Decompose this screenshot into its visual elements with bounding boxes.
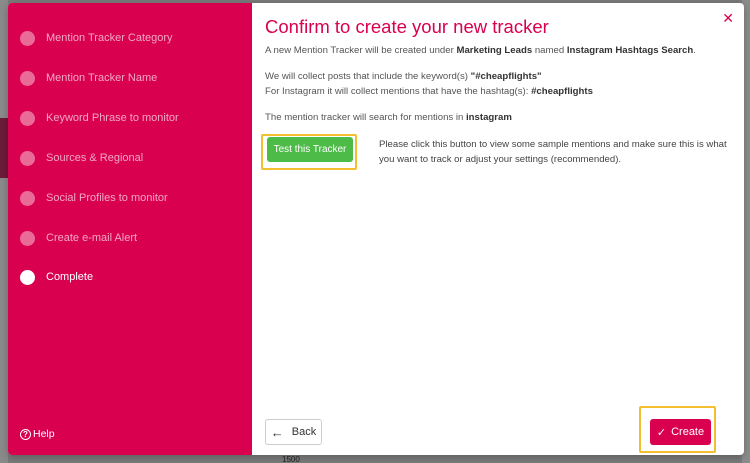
intro-text: A new Mention Tracker will be created un…	[265, 44, 696, 58]
step-indicator-dot	[20, 70, 35, 86]
step-indicator-dot	[20, 190, 35, 206]
close-icon[interactable]: ✕	[722, 11, 734, 25]
wizard-step-sources[interactable]: Sources & Regional	[20, 148, 143, 168]
step-label: Social Profiles to monitor	[46, 192, 168, 204]
question-circle-icon: ?	[20, 428, 31, 440]
step-label: Create e-mail Alert	[46, 232, 138, 244]
background-axis-label: 1500	[282, 455, 300, 463]
step-label: Sources & Regional	[46, 152, 144, 164]
wizard-step-complete[interactable]: Complete	[20, 267, 93, 287]
arrow-left-icon: ←	[270, 424, 284, 440]
hashtag-prefix: For Instagram it will collect mentions t…	[265, 86, 532, 97]
background-left-edge	[0, 0, 8, 463]
hashtag-text: For Instagram it will collect mentions t…	[265, 85, 593, 99]
background-left-block	[0, 118, 8, 178]
step-label: Keyword Phrase to monitor	[46, 112, 179, 124]
wizard-step-email-alert[interactable]: Create e-mail Alert	[20, 228, 137, 248]
keyword-text: We will collect posts that include the k…	[265, 70, 542, 84]
step-indicator-dot	[20, 230, 35, 246]
hashtag-value: #cheapflights	[531, 86, 593, 97]
tracker-name: Instagram Hashtags Search	[566, 45, 694, 56]
step-indicator-dot	[20, 30, 35, 46]
search-source-text: The mention tracker will search for ment…	[265, 111, 512, 125]
test-tracker-button[interactable]: Test this Tracker	[267, 137, 353, 162]
create-button[interactable]: ✓ Create	[650, 419, 711, 445]
help-label: Help	[33, 428, 55, 440]
page-title: Confirm to create your new tracker	[265, 16, 549, 37]
check-icon: ✓	[656, 426, 667, 439]
step-indicator-dot	[20, 150, 35, 166]
wizard-step-social-profiles[interactable]: Social Profiles to monitor	[20, 188, 168, 208]
search-prefix: The mention tracker will search for ment…	[265, 112, 467, 123]
step-indicator-dot	[20, 269, 35, 285]
create-tracker-modal: Mention Tracker Category Mention Tracker…	[8, 3, 744, 455]
intro-suffix: .	[693, 45, 696, 56]
test-description: Please click this button to view some sa…	[379, 139, 727, 165]
create-label: Create	[671, 426, 705, 438]
step-label: Mention Tracker Category	[46, 32, 173, 44]
step-label: Mention Tracker Name	[46, 72, 158, 84]
keyword-value: "#cheapflights"	[470, 71, 542, 82]
wizard-step-category[interactable]: Mention Tracker Category	[20, 28, 173, 48]
wizard-step-keyword[interactable]: Keyword Phrase to monitor	[20, 108, 179, 128]
wizard-step-name[interactable]: Mention Tracker Name	[20, 68, 157, 88]
help-link[interactable]: ? Help	[20, 428, 55, 440]
confirm-panel: ✕ Confirm to create your new tracker A n…	[252, 3, 744, 455]
step-label: Complete	[46, 271, 94, 283]
tracker-category: Marketing Leads	[456, 45, 533, 56]
wizard-sidebar: Mention Tracker Category Mention Tracker…	[8, 3, 252, 455]
back-button[interactable]: ← Back	[265, 419, 322, 445]
intro-prefix: A new Mention Tracker will be created un…	[265, 45, 457, 56]
platform-value: instagram	[466, 112, 512, 123]
intro-middle: named	[532, 45, 567, 56]
keyword-prefix: We will collect posts that include the k…	[265, 71, 471, 82]
step-indicator-dot	[20, 110, 35, 126]
back-label: Back	[291, 426, 317, 438]
